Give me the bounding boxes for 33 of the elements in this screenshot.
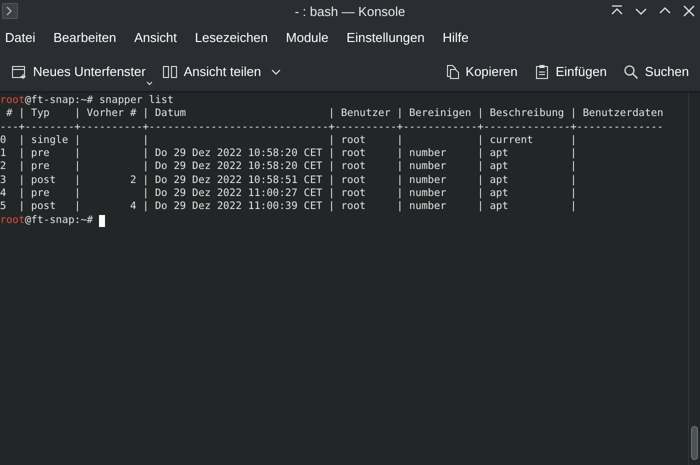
menu-item[interactable]: Lesezeichen: [194, 28, 268, 48]
menu-item[interactable]: Datei: [5, 28, 36, 48]
toolbar-button[interactable]: Einfügen: [530, 58, 610, 86]
toolbar-button[interactable]: Neues Unterfenster: [8, 58, 149, 86]
prompt-host: @ft-snap:~#: [24, 214, 94, 227]
search-button[interactable]: Suchen: [620, 58, 692, 86]
output-line: 1 | pre | | Do 29 Dez 2022 10:58:20 CET | root | number | apt |: [0, 147, 577, 160]
prompt-host: @ft-snap:~#: [24, 94, 94, 108]
menu-item[interactable]: Einstellungen: [346, 28, 425, 48]
toolbar-button[interactable]: Ansicht teilen: [158, 58, 284, 86]
prompt-user: root: [0, 214, 25, 227]
output-line: 0 | single | | | root | | current |: [0, 134, 577, 148]
terminal-app-icon: [2, 3, 18, 19]
prompt-user: root: [0, 94, 25, 108]
output-line: ---+--------+----------+-----------------------------+----------+------------+--------------+--------------: [0, 120, 664, 134]
output-line: 5 | post | 4 | Do 29 Dez 2022 11:00:39 CET | root | number | apt |: [0, 200, 577, 214]
menu-item[interactable]: Bearbeiten: [53, 28, 116, 48]
split-view-icon: [162, 64, 178, 80]
output-line: # | Typ | Vorher # | Datum | Benutzer | Bereinigen | Beschreibung | Benutzerdaten: [5, 107, 664, 121]
scrollbar-thumb[interactable]: [691, 426, 698, 460]
output-line: 4 | pre | | Do 29 Dez 2022 11:00:27 CET | root | number | apt |: [0, 187, 577, 200]
close-icon[interactable]: [682, 4, 696, 18]
new-tab-icon: [11, 64, 27, 80]
clipboard-icon: [534, 64, 550, 80]
search-icon: [622, 64, 639, 80]
output-line: 2 | pre | | Do 29 Dez 2022 10:58:20 CET | root | number | apt |: [0, 160, 577, 174]
command-text: snapper list: [99, 94, 174, 108]
output-line: 3 | post | 2 | Do 29 Dez 2022 10:58:51 CET | root | number | apt |: [0, 174, 577, 188]
toolbar-button[interactable]: Kopieren: [440, 58, 521, 86]
menu-item[interactable]: Hilfe: [442, 28, 469, 48]
menu-item[interactable]: Ansicht: [134, 28, 177, 48]
window-title: - : bash — Konsole: [294, 2, 406, 21]
menu-item[interactable]: Module: [286, 28, 329, 48]
